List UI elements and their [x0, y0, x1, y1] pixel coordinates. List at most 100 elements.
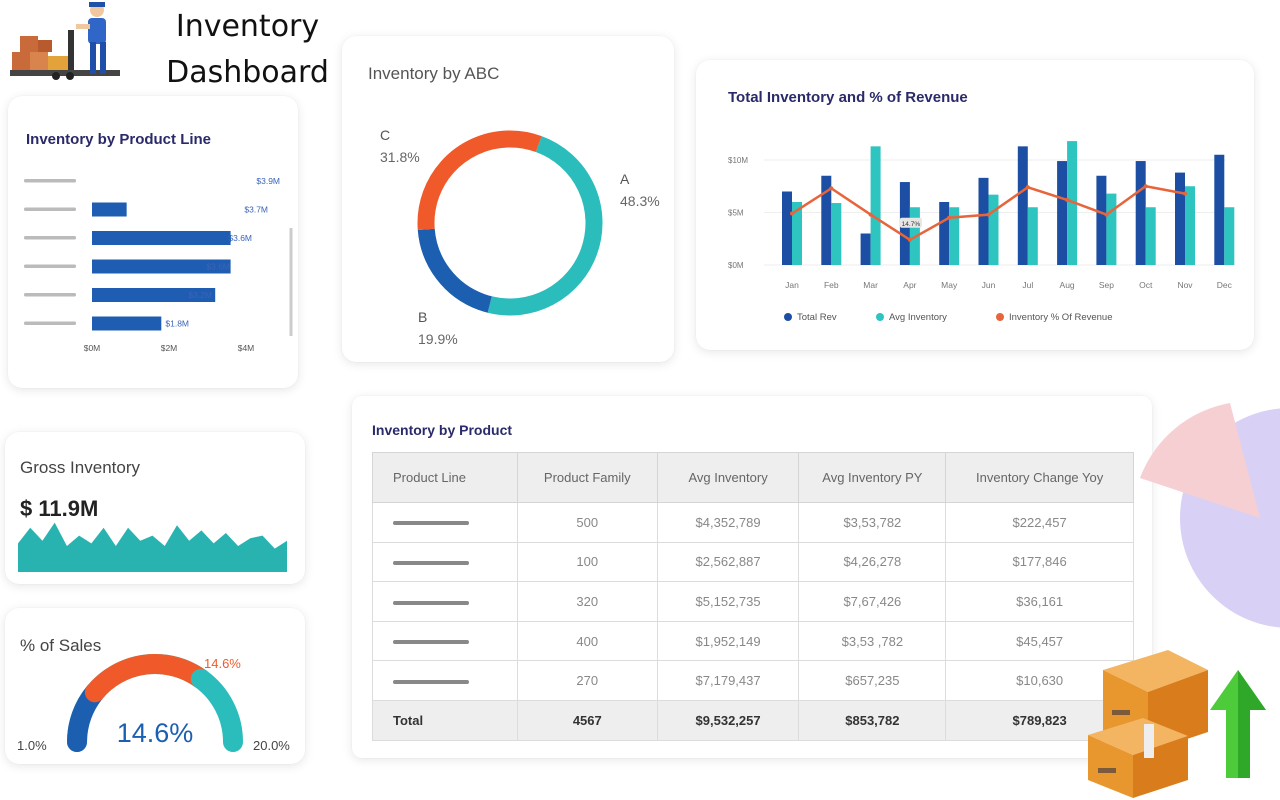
product-line-label-placeholder [24, 321, 76, 325]
legend-label: Inventory % Of Revenue [1009, 312, 1113, 323]
product-line-label-placeholder [24, 264, 76, 268]
cell-py: $3,53,782 [798, 502, 947, 543]
product-line-value-label: $3.9M [256, 176, 280, 186]
product-line-bar [92, 202, 127, 217]
revenue-line-point [868, 212, 873, 217]
revenue-bar-total-rev [782, 191, 792, 265]
legend-label: Total Rev [797, 312, 837, 323]
revenue-line-point [986, 212, 991, 217]
abc-label-a: A [620, 171, 630, 187]
revenue-bar-total-rev [1017, 146, 1028, 265]
revenue-bar-total-rev [1135, 161, 1146, 265]
revenue-x-tick: Apr [903, 280, 916, 290]
revenue-x-tick: Jan [785, 280, 799, 290]
product-line-placeholder [393, 679, 469, 684]
header-product-line[interactable]: Product Line [372, 452, 518, 503]
revenue-line-point [1183, 191, 1187, 196]
revenue-x-tick: Sep [1099, 280, 1114, 290]
page-title: Inventory Dashboard [160, 4, 335, 96]
table-row[interactable]: 320 $5,152,735 $7,67,426 $36,161 [372, 581, 1134, 622]
cell-py: $657,235 [798, 660, 947, 701]
revenue-y-tick: $0M [728, 261, 744, 270]
gross-inventory-area [18, 522, 287, 572]
product-line-x-tick: $0M [84, 343, 101, 353]
cell-change: $222,457 [945, 502, 1134, 543]
cell-change: $36,161 [945, 581, 1134, 622]
revenue-x-tick: Aug [1060, 280, 1075, 290]
revenue-x-tick: Feb [824, 280, 839, 290]
product-line-x-tick: $2M [161, 343, 178, 353]
abc-slice-b[interactable] [402, 115, 617, 330]
revenue-line-point [1025, 185, 1030, 190]
abc-slice-a[interactable] [402, 115, 617, 330]
revenue-bar-avg-inventory [988, 194, 999, 265]
cell-py: $7,67,426 [798, 581, 947, 622]
revenue-x-tick: Jul [1022, 280, 1033, 290]
gross-inventory-sparkline [18, 522, 287, 572]
product-table: Product Line Product Family Avg Inventor… [372, 452, 1134, 741]
product-line-chart: $3.9M $3.7M $3.6M $3.6M $3.2M $1.8M $0M $2M $4M [24, 176, 293, 353]
legend-swatch [876, 313, 884, 321]
product-line-bar [92, 231, 231, 245]
header-avg-inventory[interactable]: Avg Inventory [656, 452, 800, 503]
gross-inventory-card: Gross Inventory $ 11.9M [5, 432, 305, 584]
revenue-bar-avg-inventory [1224, 207, 1235, 265]
revenue-bar-avg-inventory [831, 203, 842, 265]
cell-total-avg: $9,532,257 [656, 699, 800, 741]
revenue-x-tick: Oct [1139, 280, 1153, 290]
table-row[interactable]: 500 $4,352,789 $3,53,782 $222,457 [372, 502, 1134, 543]
table-row[interactable]: 100 $2,562,887 $4,26,278 $177,846 [372, 541, 1134, 583]
table-row[interactable]: 400 $1,952,149 $3,53 ,782 $45,457 [372, 620, 1134, 662]
product-line-value-label: $3.6M [228, 233, 252, 243]
abc-value-b: 19.9% [418, 331, 458, 347]
cell-py: $3,53 ,782 [798, 620, 947, 662]
revenue-x-tick: Nov [1177, 280, 1193, 290]
product-line-value-label: $3.7M [244, 205, 268, 215]
revenue-combo-chart: $0M $5M $10M Jan Feb Mar Apr May Jun Jul Aug Sep Oct… [728, 141, 1235, 323]
revenue-bar-total-rev [1175, 172, 1185, 265]
header-inventory-change[interactable]: Inventory Change Yoy [945, 452, 1134, 503]
product-line-label-placeholder [24, 236, 76, 240]
cell-change: $177,846 [945, 541, 1134, 583]
product-table-card: Inventory by Product Product Line Produc… [352, 396, 1152, 758]
revenue-x-tick: Dec [1217, 280, 1233, 290]
revenue-line-point [907, 237, 912, 242]
product-line-bar [92, 316, 162, 331]
revenue-y-tick: $5M [728, 209, 744, 218]
cell-total-py: $853,782 [798, 699, 947, 741]
revenue-point-label: 14.7% [902, 221, 921, 228]
revenue-bar-avg-inventory [1145, 207, 1156, 265]
sales-gauge-fill [84, 654, 211, 703]
product-line-label-placeholder [24, 293, 76, 297]
header-avg-inventory-py[interactable]: Avg Inventory PY [798, 452, 947, 503]
table-row[interactable]: 270 $7,179,437 $657,235 $10,630 [372, 660, 1134, 701]
cell-family: 100 [516, 541, 658, 583]
product-line-placeholder [393, 640, 469, 645]
product-line-label-placeholder [24, 207, 76, 211]
revenue-bar-total-rev [978, 177, 989, 265]
product-line-value-label: $1.8M [165, 319, 189, 329]
abc-slice-c[interactable] [402, 115, 617, 330]
sales-max-label: 20.0% [253, 738, 290, 753]
product-line-placeholder [393, 600, 469, 605]
abc-label-b: B [418, 309, 427, 325]
page-title-line2: Dashboard [166, 55, 329, 90]
sales-card: % of Sales 14.6% 14.6% 1.0% 20.0% [5, 608, 305, 764]
product-line-value-label: $3.6M [206, 262, 230, 272]
revenue-bar-avg-inventory [1185, 186, 1195, 265]
revenue-card: Total Inventory and % of Revenue $0M $5M $… [696, 60, 1254, 350]
cell-avg: $2,562,887 [656, 541, 800, 583]
abc-label-c: C [380, 127, 390, 143]
revenue-line-point [947, 215, 952, 220]
cell-total-label: Total [372, 699, 518, 741]
page-title-line1: Inventory [175, 9, 320, 44]
legend-swatch [784, 313, 792, 321]
revenue-x-tick: May [941, 280, 958, 290]
revenue-line-point [1143, 184, 1148, 189]
revenue-line-point [829, 186, 834, 191]
header-product-family[interactable]: Product Family [516, 452, 658, 503]
revenue-bar-total-rev [1096, 175, 1107, 265]
product-line-label-placeholder [24, 179, 76, 183]
cell-avg: $1,952,149 [656, 620, 800, 662]
cell-family: 270 [516, 660, 658, 701]
